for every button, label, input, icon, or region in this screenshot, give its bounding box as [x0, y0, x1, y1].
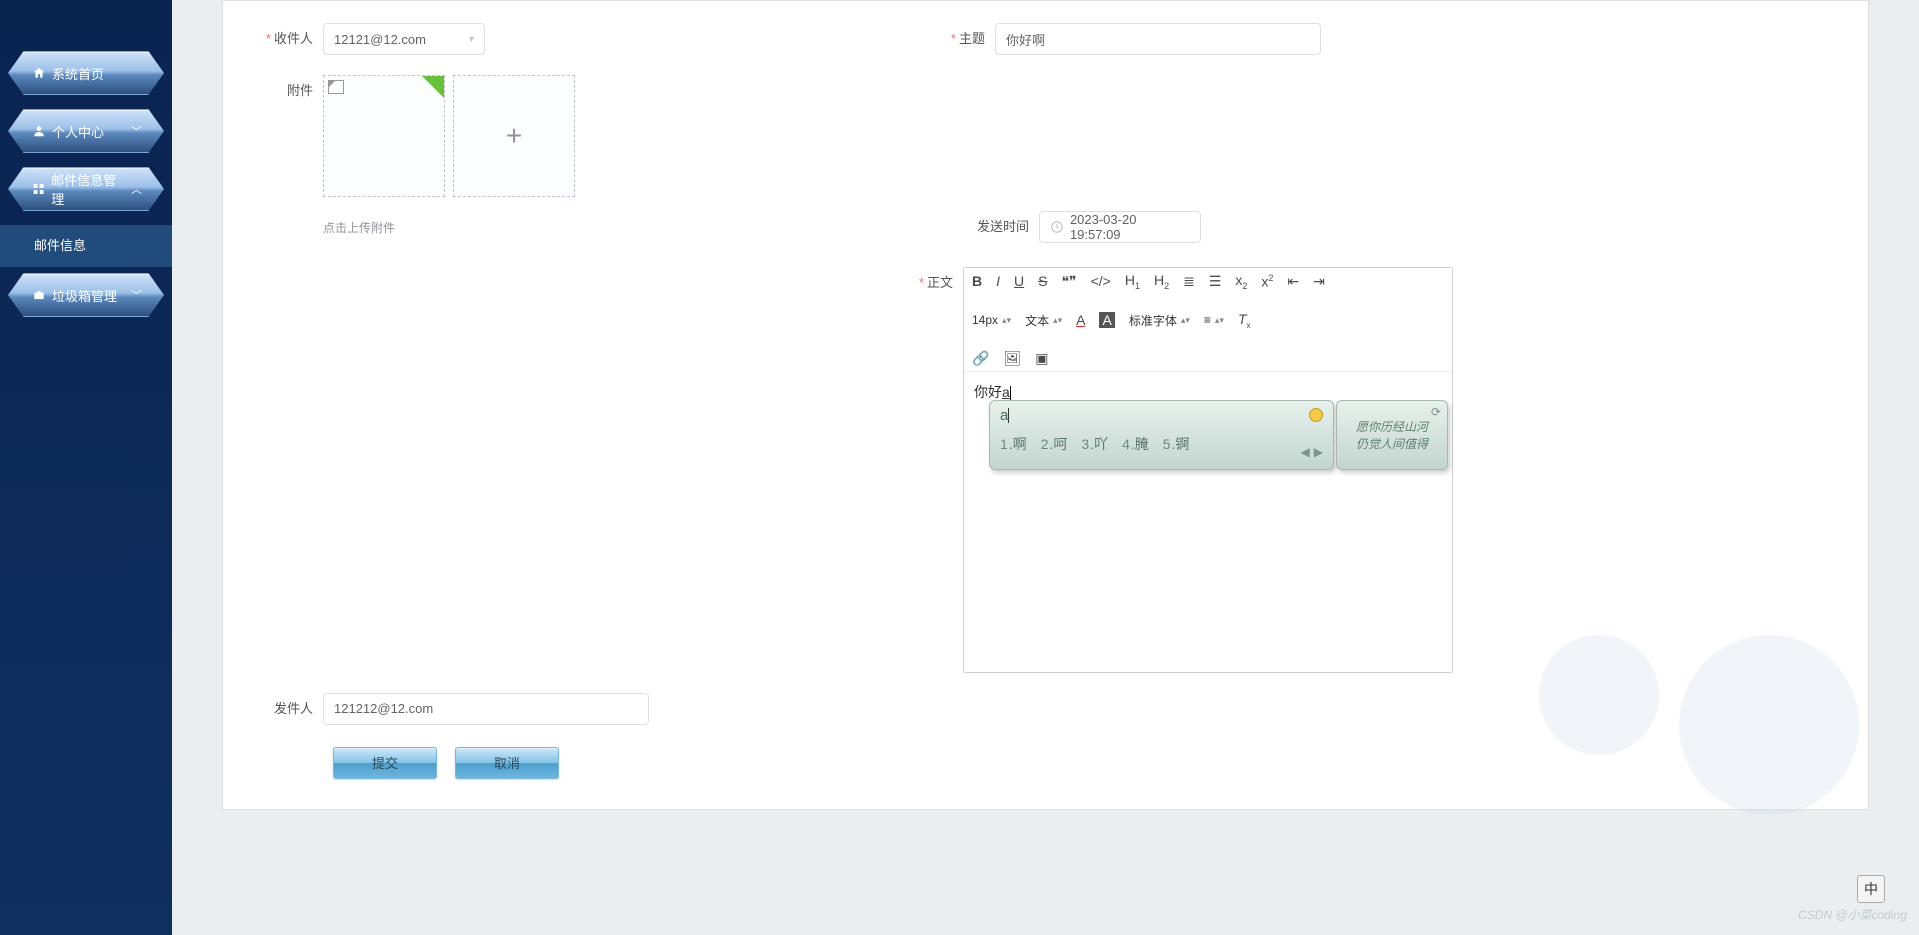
field-body: *正文 B I U S ❝❞ </> H1 H2 ≣ ☰ x2 x2 ⇤ ⇥	[893, 267, 1838, 673]
sidebar-item-label: 个人中心	[52, 122, 104, 141]
code-button[interactable]: </>	[1091, 273, 1111, 289]
body-label: *正文	[893, 267, 963, 299]
strike-button[interactable]: S	[1038, 273, 1047, 289]
text-style-select[interactable]: 文本▴▾	[1025, 312, 1062, 329]
send-time-value: 2023-03-20 19:57:09	[1070, 212, 1190, 242]
ime-phrase-text: 愿你历经山河 仍觉人间值得	[1356, 418, 1428, 452]
chevron-up-icon: ︿	[131, 181, 142, 197]
chevron-down-icon: ▾	[469, 34, 474, 45]
ime-typed-text: a	[1000, 407, 1008, 424]
editor-text-prefix: 你好	[974, 384, 1002, 400]
indent-button[interactable]: ⇥	[1313, 273, 1325, 290]
h2-button[interactable]: H2	[1154, 272, 1169, 291]
attachment-add-button[interactable]: +	[453, 75, 575, 197]
ime-phrase-panel[interactable]: ⟳ 愿你历经山河 仍觉人间值得	[1336, 400, 1448, 470]
link-button[interactable]: 🔗	[972, 350, 989, 367]
unordered-list-button[interactable]: ☰	[1209, 273, 1222, 290]
chevron-down-icon: ﹀	[131, 123, 142, 139]
sender-label: 发件人	[253, 693, 323, 725]
sidebar-item-label: 系统首页	[52, 64, 104, 83]
sidebar: 系统首页 个人中心 ﹀ 邮件信息管理 ︿ 邮件信息 垃圾箱管理 ﹀	[0, 0, 172, 935]
field-subject: *主题	[925, 23, 1321, 55]
clear-format-button[interactable]: Tx	[1238, 311, 1251, 330]
ime-prev-page[interactable]: ◀	[1301, 445, 1310, 459]
chevron-down-icon: ﹀	[131, 287, 142, 303]
editor-toolbar: B I U S ❝❞ </> H1 H2 ≣ ☰ x2 x2 ⇤ ⇥ 14px▴…	[964, 268, 1452, 372]
main-content: *收件人 12121@12.com ▾ *主题 附件	[172, 0, 1919, 935]
recipient-label: *收件人	[253, 23, 323, 55]
ime-candidate[interactable]: 3.吖	[1081, 434, 1108, 454]
sender-input[interactable]	[334, 701, 638, 716]
plus-icon: +	[506, 120, 522, 152]
field-upload-hint: 点击上传附件	[253, 211, 395, 243]
text-caret	[1010, 386, 1011, 400]
bg-color-button[interactable]: A	[1099, 312, 1114, 328]
subject-input-wrap[interactable]	[995, 23, 1321, 55]
broken-image-icon	[328, 80, 344, 94]
send-time-label: 发送时间	[953, 211, 1039, 243]
watermark-text: CSDN @小菜coding	[1798, 906, 1907, 923]
ime-indicator[interactable]: 中	[1857, 875, 1885, 903]
bg-decoration	[1679, 635, 1859, 815]
bold-button[interactable]: B	[972, 273, 982, 289]
ime-next-page[interactable]: ▶	[1314, 445, 1323, 459]
italic-button[interactable]: I	[996, 273, 1000, 289]
image-button[interactable]: 🖼	[1003, 350, 1021, 367]
attachment-thumbnail[interactable]	[323, 75, 445, 197]
sidebar-item-profile[interactable]: 个人中心 ﹀	[8, 109, 164, 153]
grid-icon	[32, 182, 45, 196]
subject-input[interactable]	[1006, 32, 1310, 47]
h1-button[interactable]: H1	[1125, 272, 1140, 291]
sidebar-item-mail-mgmt[interactable]: 邮件信息管理 ︿	[8, 167, 164, 211]
editor-text-typed: a	[1002, 384, 1010, 400]
sidebar-item-label: 垃圾箱管理	[52, 286, 117, 305]
attachment-success-corner	[422, 76, 444, 98]
refresh-icon[interactable]: ⟳	[1431, 405, 1441, 419]
subject-label: *主题	[925, 23, 995, 55]
briefcase-icon	[32, 288, 46, 302]
subscript-button[interactable]: x2	[1235, 272, 1247, 291]
sidebar-subitem-mail-info[interactable]: 邮件信息	[0, 225, 172, 267]
attachment-label: 附件	[253, 75, 323, 107]
video-button[interactable]: ▣	[1035, 350, 1048, 367]
ime-candidate[interactable]: 4.腌	[1122, 434, 1149, 454]
field-attachment: 附件 +	[253, 75, 1838, 197]
send-time-input-wrap[interactable]: 2023-03-20 19:57:09	[1039, 211, 1201, 243]
user-icon	[32, 124, 46, 138]
font-color-button[interactable]: A	[1076, 312, 1085, 328]
underline-button[interactable]: U	[1014, 273, 1024, 289]
rich-text-editor: B I U S ❝❞ </> H1 H2 ≣ ☰ x2 x2 ⇤ ⇥ 14px▴…	[963, 267, 1453, 673]
ime-candidate[interactable]: 5.锕	[1163, 434, 1190, 454]
ordered-list-button[interactable]: ≣	[1183, 273, 1195, 290]
submit-button[interactable]: 提交	[333, 747, 437, 779]
editor-content-area[interactable]: 你好a a 1.啊 2.呵 3.吖 4.腌 5.锕	[964, 372, 1452, 672]
font-size-select[interactable]: 14px▴▾	[972, 313, 1011, 327]
align-select[interactable]: ≡▴▾	[1204, 313, 1224, 327]
superscript-button[interactable]: x2	[1261, 273, 1273, 290]
field-send-time: 发送时间 2023-03-20 19:57:09	[953, 211, 1201, 243]
upload-hint-text: 点击上传附件	[323, 219, 395, 236]
field-recipient: *收件人 12121@12.com ▾	[253, 23, 485, 55]
sidebar-item-trash[interactable]: 垃圾箱管理 ﹀	[8, 273, 164, 317]
font-family-select[interactable]: 标准字体▴▾	[1129, 312, 1190, 329]
sender-input-wrap[interactable]	[323, 693, 649, 725]
sidebar-item-home[interactable]: 系统首页	[8, 51, 164, 95]
quote-button[interactable]: ❝❞	[1061, 273, 1076, 290]
sidebar-subitem-label: 邮件信息	[34, 238, 86, 253]
recipient-select[interactable]: 12121@12.com ▾	[323, 23, 485, 55]
ime-candidate-list: 1.啊 2.呵 3.吖 4.腌 5.锕	[1000, 434, 1323, 454]
clock-icon	[1050, 220, 1064, 234]
outdent-button[interactable]: ⇤	[1287, 273, 1299, 290]
recipient-value: 12121@12.com	[334, 32, 469, 47]
ime-candidate-panel[interactable]: a 1.啊 2.呵 3.吖 4.腌 5.锕 ◀ ▶	[989, 400, 1334, 470]
home-icon	[32, 66, 46, 80]
ime-candidate[interactable]: 1.啊	[1000, 434, 1027, 454]
bg-decoration	[1539, 635, 1659, 755]
sidebar-item-label: 邮件信息管理	[51, 170, 125, 208]
cancel-button[interactable]: 取消	[455, 747, 559, 779]
ime-candidate[interactable]: 2.呵	[1041, 434, 1068, 454]
emoji-icon[interactable]	[1309, 408, 1323, 422]
